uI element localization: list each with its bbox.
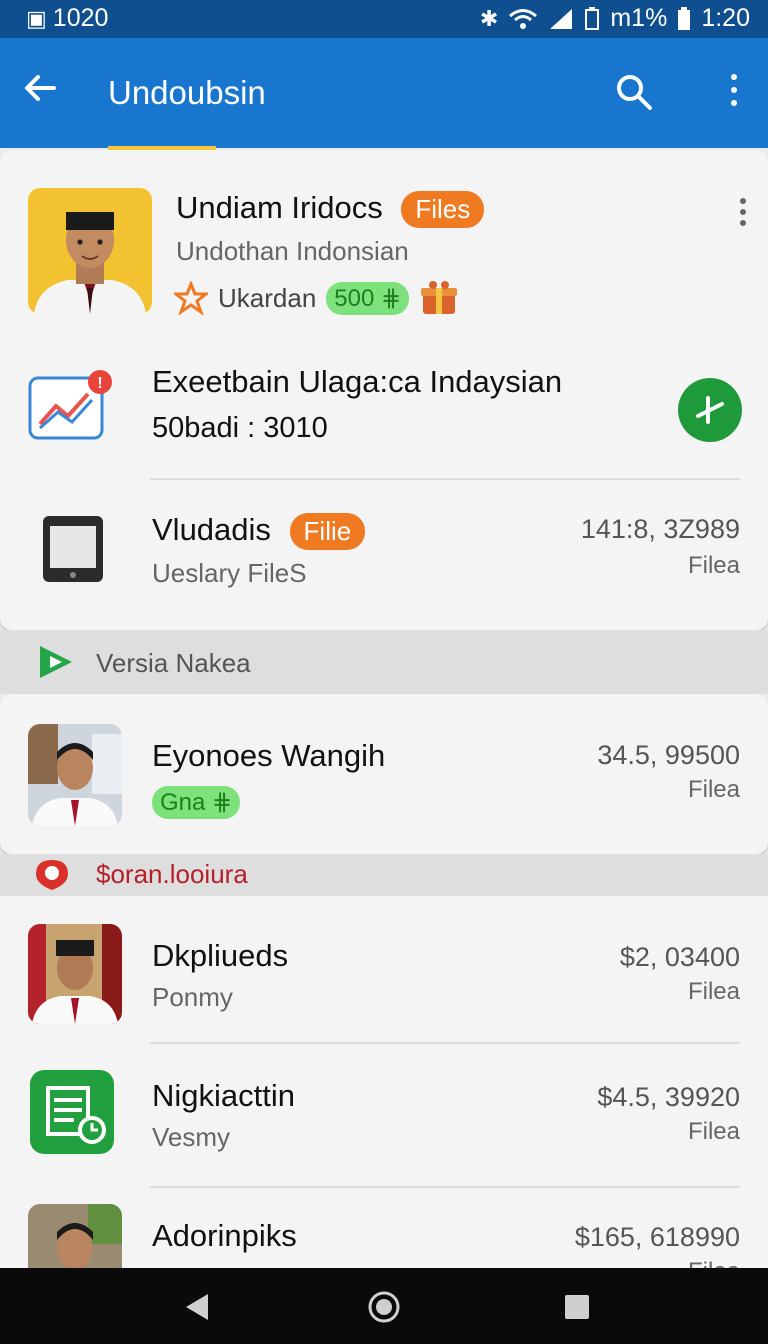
gift-icon: [421, 281, 458, 314]
profile-name: Undiam Iridocs: [176, 190, 383, 225]
profile-location: Ukardan: [218, 282, 317, 313]
person-avatar: [28, 724, 122, 826]
system-nav-bar: [0, 1268, 768, 1344]
battery-outline-icon: [585, 6, 600, 30]
featured-action-button[interactable]: [678, 378, 742, 442]
tablet-item-title: Vludadis Filie: [152, 512, 366, 551]
list-item-unit: Filea: [688, 1258, 740, 1268]
tablet-item-badge[interactable]: Filie: [289, 513, 366, 551]
more-options-button[interactable]: [722, 72, 746, 112]
list-item-amount: $2, 03400: [619, 942, 740, 972]
nav-back-button[interactable]: [180, 1290, 214, 1324]
person-amount: 34.5, 99500: [597, 740, 740, 770]
featured-subtitle: 50badi : 3010: [152, 412, 328, 444]
status-bar: ▣ 1020 ✱ m1% 1:20: [0, 0, 768, 38]
profile-subtitle: Undothan Indonsian: [176, 236, 409, 266]
section-header-soran: $oran.looiura: [0, 854, 768, 896]
search-button[interactable]: [614, 72, 654, 112]
notification-icon: ▣: [26, 5, 47, 31]
app-bar: Undoubsin: [0, 38, 768, 148]
list-item[interactable]: Nigkiacttin Vesmy $4.5, 39920 Filea: [0, 1044, 768, 1184]
chart-app-icon[interactable]: !: [28, 368, 116, 448]
list-item-amount: $4.5, 39920: [597, 1082, 740, 1112]
profile-more-button[interactable]: [740, 198, 746, 226]
bluetooth-icon: ✱: [479, 5, 499, 31]
square-recents-icon: [565, 1295, 589, 1319]
list-item-name: Adorinpiks: [152, 1218, 297, 1253]
profile-meta-row: Ukardan 500 ⋕: [174, 278, 459, 318]
list-app-icon: [30, 1070, 114, 1154]
profile-badge[interactable]: Files: [401, 191, 485, 229]
battery-text: m1%: [610, 4, 668, 32]
more-vert-icon: [722, 72, 746, 106]
list-item-amount: $165, 618990: [574, 1222, 740, 1252]
profile-name-row: Undiam Iridocs Files: [176, 190, 485, 229]
wifi-icon: [509, 8, 538, 29]
tablet-icon: [40, 512, 106, 584]
featured-title: Exeetbain Ulaga:ca Indaysian: [152, 364, 563, 399]
tablet-item-amount: 141:8, 3Z989: [580, 514, 740, 544]
profile-avatar[interactable]: [28, 188, 152, 314]
svg-text:!: !: [97, 375, 102, 392]
section-header-versia: Versia Nakea: [0, 630, 768, 694]
list-item[interactable]: Adorinpiks $165, 618990 Filea: [0, 1188, 768, 1268]
circle-home-icon: [368, 1291, 400, 1323]
list-item-subtitle: Ponmy: [152, 982, 233, 1012]
check-icon: [696, 396, 724, 424]
person-unit: Filea: [687, 776, 740, 803]
nav-recents-button[interactable]: [560, 1290, 594, 1324]
tablet-item-name: Vludadis: [152, 512, 271, 547]
list-item-unit: Filea: [687, 1118, 740, 1145]
list-avatar: [28, 1204, 122, 1268]
profile-card: Undiam Iridocs Files Undothan Indonsian …: [0, 150, 768, 630]
list-avatar: [28, 924, 122, 1024]
person-tag[interactable]: Gna ⋕: [152, 786, 241, 819]
divider: [150, 478, 740, 480]
person-name: Eyonoes Wangih: [152, 738, 386, 773]
leaf-icon: ⋕: [381, 284, 402, 312]
profile-tag[interactable]: 500 ⋕: [326, 281, 410, 315]
battery-icon: [678, 6, 691, 30]
list-item-subtitle: Vesmy: [152, 1122, 231, 1152]
list-item-name: Dkpliueds: [152, 938, 289, 973]
triangle-back-icon: [186, 1294, 208, 1320]
profile-tag-text: 500: [334, 284, 375, 312]
back-button[interactable]: [20, 68, 64, 112]
leaf-icon: ⋕: [212, 789, 233, 816]
play-icon: [40, 646, 72, 678]
section-label: Versia Nakea: [96, 648, 251, 678]
tablet-item-unit: Filea: [687, 552, 740, 579]
clock: 1:20: [701, 4, 750, 32]
search-icon: [617, 75, 652, 110]
signal-icon: [550, 8, 573, 29]
search-location-icon: [36, 860, 68, 890]
tablet-item-subtitle: Ueslary FileS: [152, 558, 307, 588]
list-item[interactable]: Dkpliueds Ponmy $2, 03400 Filea: [0, 896, 768, 1042]
section-label: $oran.looiura: [96, 859, 248, 889]
list-item-name: Nigkiacttin: [152, 1078, 295, 1113]
list-item-unit: Filea: [687, 978, 740, 1005]
app-bar-title: Undoubsin: [108, 74, 266, 111]
back-arrow-icon: [25, 75, 56, 101]
receipt-icon: [46, 1086, 106, 1144]
nav-home-button[interactable]: [367, 1290, 401, 1324]
star-icon: [174, 281, 208, 315]
person-card[interactable]: Eyonoes Wangih Gna ⋕ 34.5, 99500 Filea: [0, 694, 768, 854]
transaction-list: Dkpliueds Ponmy $2, 03400 Filea Nigkiact…: [0, 896, 768, 1268]
more-vert-icon: [740, 198, 746, 226]
person-tag-text: Gna: [160, 789, 206, 816]
status-left-text: 1020: [52, 4, 109, 32]
